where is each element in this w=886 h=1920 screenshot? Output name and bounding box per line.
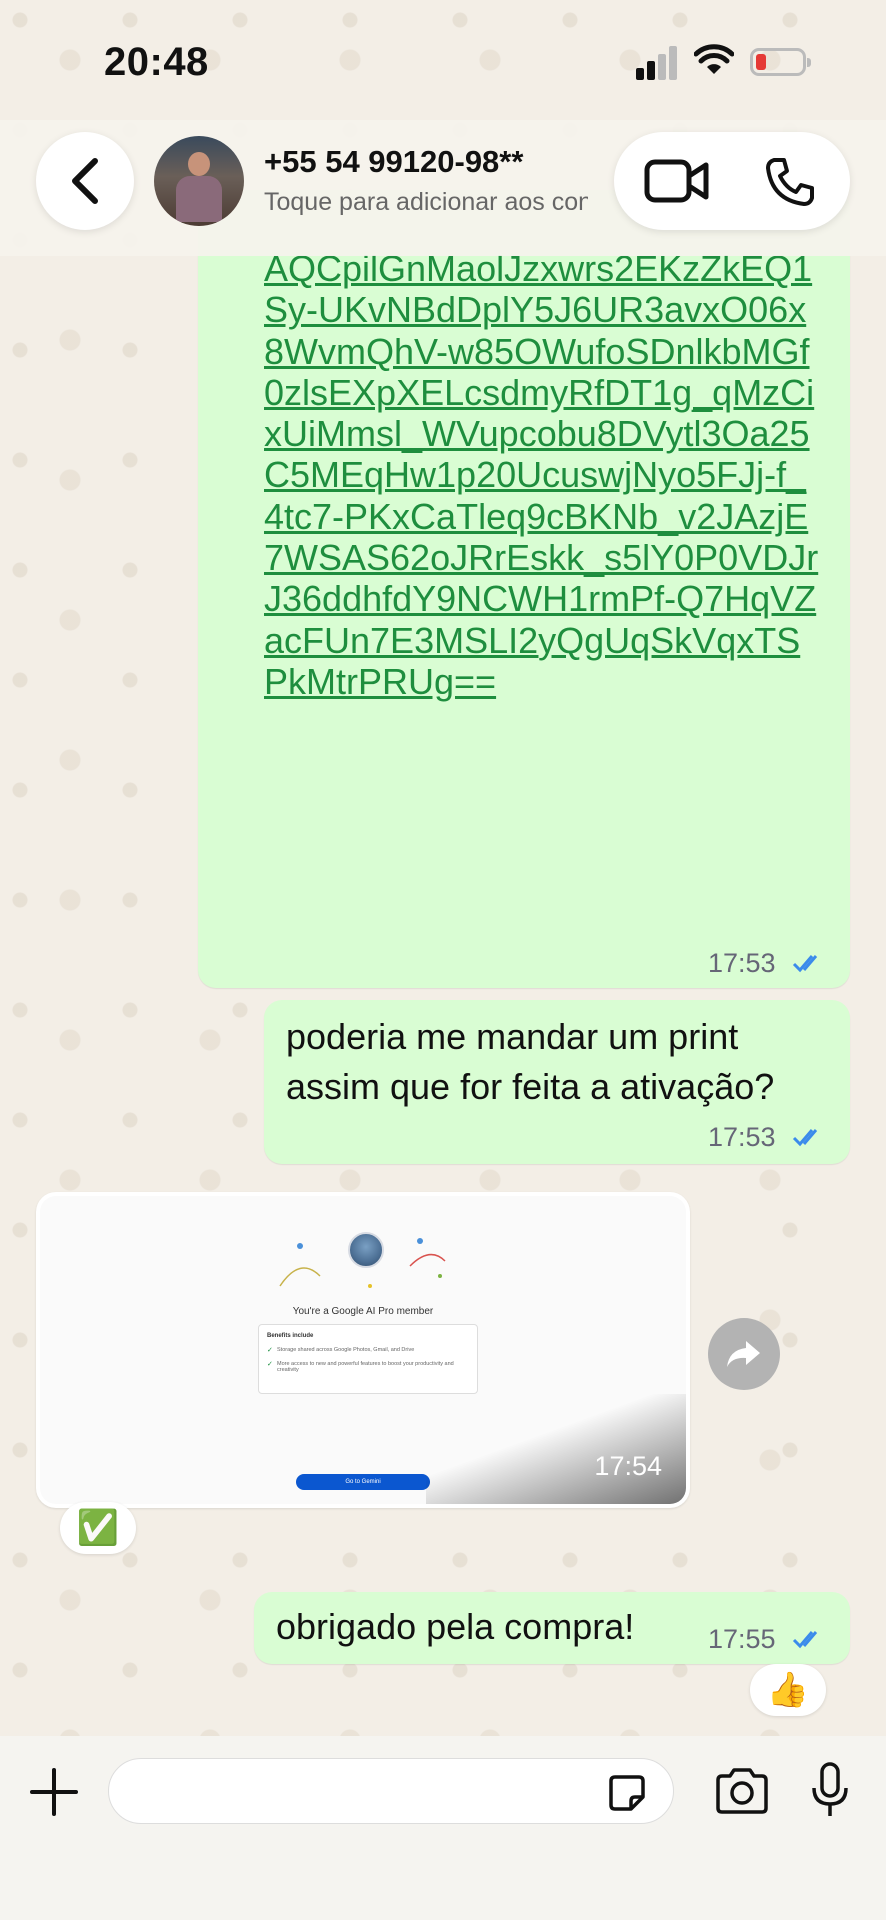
- go-to-gemini-button: Go to Gemini: [296, 1474, 430, 1490]
- message-time: 17:53: [708, 1122, 776, 1152]
- forward-button[interactable]: [708, 1318, 780, 1390]
- read-ticks-icon: [792, 955, 818, 973]
- message-input-bar: [0, 1736, 886, 1920]
- profile-avatar: [348, 1232, 384, 1268]
- voice-call-button[interactable]: [764, 156, 816, 208]
- message-thanks: obrigado pela compra!: [276, 1606, 635, 1647]
- message-input[interactable]: [108, 1758, 674, 1824]
- message-time: 17:54: [594, 1451, 662, 1481]
- chat-header: +55 54 99120-98** Toque para adicionar a…: [0, 120, 886, 256]
- video-call-button[interactable]: [644, 156, 710, 206]
- thumbs-up-emoji: 👍: [766, 1671, 810, 1709]
- benefit-item: More access to new and powerful features…: [277, 1361, 454, 1373]
- message-print-request: poderia me mandar um print assim que for…: [286, 1016, 775, 1107]
- contact-name[interactable]: +55 54 99120-98**: [264, 144, 588, 180]
- contact-subtitle[interactable]: Toque para adicionar aos contatos: [264, 188, 588, 217]
- reaction-badge[interactable]: ✅: [60, 1502, 136, 1554]
- status-bar: 20:48: [0, 0, 886, 120]
- sticker-button[interactable]: [607, 1773, 647, 1813]
- message-time: 17:55: [708, 1624, 776, 1654]
- contact-avatar[interactable]: [154, 136, 244, 226]
- chevron-left-icon: [72, 158, 98, 204]
- microphone-button[interactable]: [810, 1760, 850, 1820]
- message-link[interactable]: AQCpilGnMaolJzxwrs2EKzZkEQ1Sy-UKvNBdDplY…: [264, 248, 824, 702]
- benefit-item: Storage shared across Google Photos, Gma…: [277, 1347, 415, 1353]
- forward-icon: [727, 1341, 760, 1367]
- benefits-card: Benefits include ✓ Storage shared across…: [258, 1324, 478, 1394]
- screenshot-title: You're a Google AI Pro member: [292, 1306, 434, 1317]
- check-icon: ✓: [267, 1347, 273, 1354]
- check-icon: ✓: [267, 1361, 273, 1368]
- signal-icon: [636, 44, 678, 80]
- camera-button[interactable]: [714, 1766, 770, 1816]
- image-preview[interactable]: You're a Google AI Pro member Benefits i…: [40, 1196, 686, 1504]
- check-emoji: ✅: [76, 1509, 120, 1547]
- read-ticks-icon: [792, 1631, 818, 1649]
- back-button[interactable]: [36, 132, 134, 230]
- call-buttons: [614, 132, 850, 230]
- attach-button[interactable]: [28, 1766, 80, 1818]
- message-time: 17:53: [708, 948, 776, 978]
- benefits-title: Benefits include: [267, 1333, 314, 1339]
- wifi-icon: [694, 44, 734, 74]
- battery-icon: [750, 48, 811, 76]
- image-message[interactable]: You're a Google AI Pro member Benefits i…: [36, 1192, 690, 1508]
- status-time: 20:48: [104, 40, 209, 84]
- reaction-badge[interactable]: 👍: [750, 1664, 826, 1716]
- read-ticks-icon: [792, 1129, 818, 1147]
